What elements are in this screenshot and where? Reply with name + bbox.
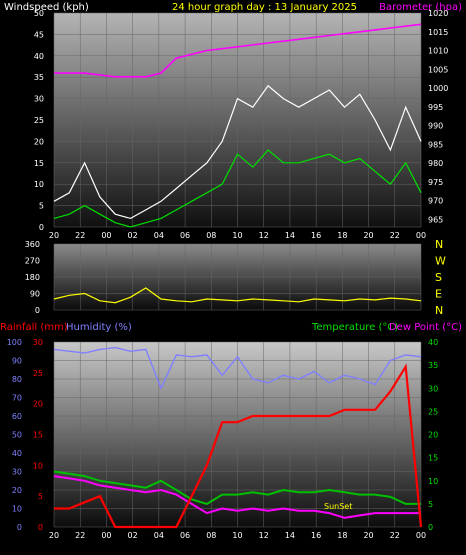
rainfall-tick-label: 25 — [33, 369, 43, 378]
y-tick-label: 25 — [34, 116, 44, 125]
y-tick-label: 50 — [34, 9, 44, 18]
x-tick-label: 22 — [390, 531, 400, 540]
chart-title: 24 hour graph day : 13 January 2025 — [172, 2, 357, 13]
y-tick-label: 45 — [34, 30, 44, 39]
x-tick-label: 00 — [101, 231, 111, 240]
y-tick-label-right: 1000 — [428, 84, 448, 93]
humidity-tick-label: 90 — [12, 357, 22, 366]
y-tick-label: 0 — [35, 306, 40, 315]
temperature-tick-label: 15 — [428, 454, 438, 463]
weather-graphs: Windspeed (kph) 24 hour graph day : 13 J… — [0, 2, 462, 540]
x-tick-label: 18 — [337, 231, 347, 240]
humidity-tick-label: 80 — [12, 375, 22, 384]
temperature-tick-label: 20 — [428, 431, 438, 440]
x-tick-label: 18 — [337, 531, 347, 540]
humidity-tick-label: 10 — [12, 505, 22, 514]
sunset-annotation: SunSet — [324, 502, 352, 511]
y-tick-label-right: 1020 — [428, 9, 448, 18]
temperature-tick-label: 25 — [428, 407, 438, 416]
humidity-tick-label: 60 — [12, 412, 22, 421]
y-tick-label: 15 — [34, 159, 44, 168]
x-tick-label: 00 — [416, 531, 426, 540]
x-tick-label: 22 — [75, 231, 85, 240]
compass-direction-label: N — [435, 304, 443, 317]
x-tick-label: 12 — [259, 231, 269, 240]
temperature-tick-label: 35 — [428, 361, 438, 370]
x-tick-label: 06 — [180, 231, 190, 240]
humidity-tick-label: 100 — [7, 338, 22, 347]
humidity-axis-label: Humidity (%) — [66, 322, 132, 333]
barometer-axis-label: Barometer (hpa) — [379, 2, 462, 13]
y-tick-label-right: 980 — [428, 159, 443, 168]
rainfall-tick-label: 10 — [33, 461, 43, 470]
x-tick-label: 20 — [363, 231, 373, 240]
y-tick-label-right: 970 — [428, 197, 443, 206]
humidity-tick-label: 50 — [12, 431, 22, 440]
x-tick-label: 10 — [232, 531, 242, 540]
x-tick-label: 22 — [75, 531, 85, 540]
temperature-tick-label: 0 — [428, 523, 433, 532]
x-tick-label: 10 — [232, 231, 242, 240]
x-tick-label: 22 — [390, 231, 400, 240]
x-tick-label: 00 — [416, 231, 426, 240]
rainfall-tick-label: 20 — [33, 400, 43, 409]
rainfall-axis-label: Rainfall (mm) — [0, 322, 68, 333]
x-tick-label: 00 — [101, 531, 111, 540]
y-tick-label: 10 — [34, 180, 44, 189]
y-tick-label: 35 — [34, 73, 44, 82]
y-tick-label-right: 1005 — [428, 65, 448, 74]
rainfall-tick-label: 15 — [33, 431, 43, 440]
compass-direction-label: N — [435, 238, 443, 251]
x-tick-label: 12 — [259, 531, 269, 540]
y-tick-label-right: 965 — [428, 215, 443, 224]
y-tick-label-right: 975 — [428, 178, 443, 187]
temperature-tick-label: 5 — [428, 500, 433, 509]
compass-direction-label: S — [435, 271, 442, 284]
compass-direction-label: W — [435, 255, 446, 268]
humidity-tick-label: 30 — [12, 468, 22, 477]
x-tick-label: 20 — [49, 231, 59, 240]
rainfall-tick-label: 0 — [38, 523, 43, 532]
y-tick-label: 90 — [30, 290, 40, 299]
y-tick-label: 180 — [25, 273, 40, 282]
x-tick-label: 02 — [128, 531, 138, 540]
x-tick-label: 16 — [311, 231, 321, 240]
x-tick-label: 04 — [154, 231, 164, 240]
x-tick-label: 14 — [285, 531, 295, 540]
temperature-axis-label: Temperature (°C) — [311, 322, 398, 333]
humidity-tick-label: 0 — [17, 523, 22, 532]
rainfall-tick-label: 30 — [33, 338, 43, 347]
rainfall-tick-label: 5 — [38, 492, 43, 501]
y-tick-label: 5 — [39, 202, 44, 211]
humidity-tick-label: 20 — [12, 486, 22, 495]
y-tick-label-right: 985 — [428, 140, 443, 149]
y-tick-label-right: 1010 — [428, 47, 448, 56]
windspeed-axis-label: Windspeed (kph) — [4, 2, 89, 13]
y-tick-label-right: 995 — [428, 103, 443, 112]
y-tick-label: 0 — [39, 223, 44, 232]
x-tick-label: 04 — [154, 531, 164, 540]
y-tick-label: 40 — [34, 52, 44, 61]
x-tick-label: 16 — [311, 531, 321, 540]
humidity-tick-label: 70 — [12, 394, 22, 403]
x-tick-label: 06 — [180, 531, 190, 540]
x-tick-label: 20 — [49, 531, 59, 540]
y-tick-label: 360 — [25, 240, 40, 249]
x-tick-label: 20 — [363, 531, 373, 540]
y-tick-label-right: 1015 — [428, 28, 448, 37]
y-tick-label: 20 — [34, 137, 44, 146]
temperature-tick-label: 10 — [428, 477, 438, 486]
x-tick-label: 08 — [206, 231, 216, 240]
humidity-tick-label: 40 — [12, 449, 22, 458]
y-tick-label: 270 — [25, 257, 40, 266]
x-tick-label: 14 — [285, 231, 295, 240]
temperature-tick-label: 40 — [428, 338, 438, 347]
dewpoint-axis-label: Dew Point (°C) — [389, 322, 462, 333]
temperature-tick-label: 30 — [428, 384, 438, 393]
compass-direction-label: E — [435, 288, 442, 301]
x-tick-label: 08 — [206, 531, 216, 540]
y-tick-label-right: 990 — [428, 122, 443, 131]
y-tick-label: 30 — [34, 95, 44, 104]
x-tick-label: 02 — [128, 231, 138, 240]
